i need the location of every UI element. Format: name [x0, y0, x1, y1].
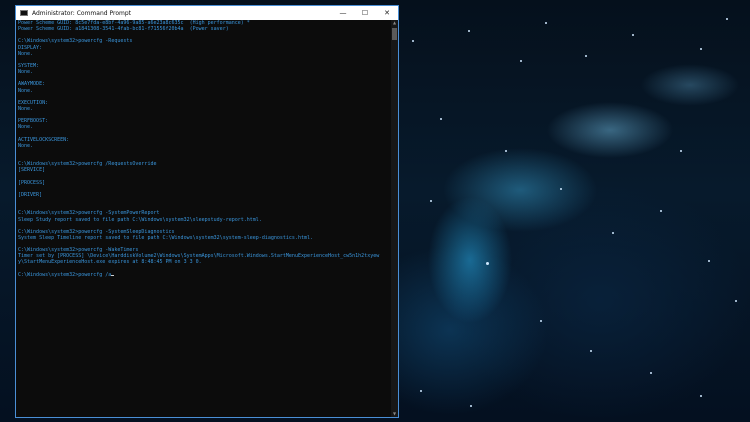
star: [486, 262, 489, 265]
command-prompt-window[interactable]: Administrator: Command Prompt — ☐ ✕ Powe…: [15, 5, 399, 418]
minimize-button[interactable]: —: [332, 6, 354, 20]
scroll-thumb[interactable]: [392, 28, 397, 40]
scroll-up-icon[interactable]: ▲: [392, 20, 397, 26]
star: [560, 188, 562, 190]
command-prompt-icon: [20, 10, 28, 16]
star: [700, 395, 702, 397]
star: [650, 372, 652, 374]
star: [430, 200, 432, 202]
close-button[interactable]: ✕: [376, 6, 398, 20]
console-output[interactable]: Power Scheme GUID: 8c5e7fda-e8bf-4a96-9a…: [16, 20, 391, 417]
star: [470, 405, 472, 407]
title-bar[interactable]: Administrator: Command Prompt — ☐ ✕: [16, 6, 398, 20]
star: [412, 40, 414, 42]
star: [585, 55, 587, 57]
star: [726, 18, 728, 20]
star: [680, 150, 682, 152]
star: [520, 60, 522, 62]
star: [468, 30, 470, 32]
star: [708, 260, 710, 262]
star: [632, 34, 634, 36]
star: [420, 390, 422, 392]
scroll-down-icon[interactable]: ▼: [392, 411, 397, 417]
star: [700, 48, 702, 50]
maximize-button[interactable]: ☐: [354, 6, 376, 20]
star: [590, 350, 592, 352]
star: [440, 118, 442, 120]
star: [505, 150, 507, 152]
star: [660, 210, 662, 212]
star: [540, 320, 542, 322]
star: [612, 232, 614, 234]
star: [735, 300, 737, 302]
text-cursor: [111, 274, 115, 276]
vertical-scrollbar[interactable]: ▲ ▼: [391, 20, 398, 417]
window-title: Administrator: Command Prompt: [32, 9, 131, 17]
star: [545, 22, 547, 24]
console-prompt-line[interactable]: C:\Windows\system32>powercfg /a: [18, 272, 389, 278]
console-input[interactable]: C:\Windows\system32>powercfg /a: [18, 272, 111, 278]
